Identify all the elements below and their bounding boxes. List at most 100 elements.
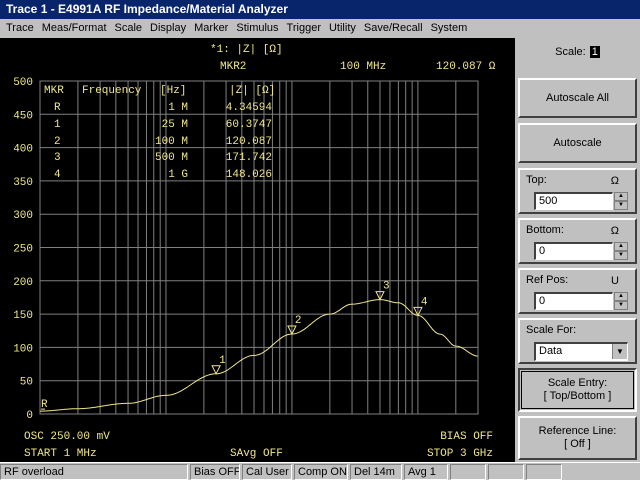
marker-row-freq: 1 G: [168, 169, 188, 181]
y-tick-labels: 0 50 100 150 200 250 300 350 400 450 500: [13, 77, 33, 422]
top-unit: Ω: [610, 175, 619, 187]
marker-row-label: 4: [54, 169, 61, 181]
marker-table-header-frequency: Frequency: [82, 85, 142, 97]
status-empty: [450, 464, 486, 480]
y-tick-label: 300: [13, 210, 33, 222]
spin-down-icon[interactable]: ▼: [614, 251, 628, 260]
y-tick-label: 350: [13, 177, 33, 189]
scale-value: 1: [589, 46, 600, 58]
y-tick-label: 200: [13, 277, 33, 289]
marker-row-value: 171.742: [226, 152, 272, 164]
scale-label: Scale:: [555, 46, 586, 58]
window-title: Trace 1 - E4991A RF Impedance/Material A…: [0, 0, 640, 19]
scale-for-label: Scale For:: [526, 324, 577, 336]
marker-row-label: 2: [54, 136, 61, 148]
marker-label: 1: [219, 355, 226, 367]
top-input[interactable]: 500: [534, 192, 613, 210]
autoscale-button[interactable]: Autoscale: [518, 123, 637, 163]
scale-indicator: Scale: 1: [518, 40, 637, 64]
scale-entry-button[interactable]: Scale Entry: [ Top/Bottom ]: [518, 368, 637, 412]
impedance-plot: 0 50 100 150 200 250 300 350 400 450 500 R 1 2 3 4 *1:…: [13, 44, 496, 460]
spin-down-icon[interactable]: ▼: [614, 201, 628, 210]
bottom-spinner[interactable]: ▲ ▼: [614, 242, 628, 260]
menu-trace[interactable]: Trace: [2, 19, 38, 38]
marker-label: 2: [295, 315, 302, 327]
ref-pos-label: Ref Pos:: [526, 274, 569, 286]
marker-row-freq: 500 M: [155, 152, 188, 164]
scale-entry-title: Scale Entry:: [547, 377, 608, 389]
ref-pos-unit: U: [611, 275, 619, 287]
bottom-input[interactable]: 0: [534, 242, 613, 260]
status-delay: Del 14m: [350, 464, 402, 480]
reference-line-value: [ Off ]: [564, 438, 591, 450]
bottom-control: Bottom: Ω 0 ▲ ▼: [518, 218, 637, 264]
marker-row-label: 1: [54, 119, 61, 131]
scale-for-control: Scale For: Data ▼: [518, 318, 637, 364]
reference-line-title: Reference Line:: [538, 425, 617, 437]
ref-pos-spinner[interactable]: ▲ ▼: [614, 292, 628, 310]
scale-for-select[interactable]: Data ▼: [534, 342, 628, 361]
menu-meas-format[interactable]: Meas/Format: [38, 19, 111, 38]
scale-for-value: Data: [539, 345, 563, 357]
scale-entry-value: [ Top/Bottom ]: [543, 390, 612, 402]
marker-triangle: [211, 365, 221, 375]
marker-row-freq: 100 M: [155, 136, 188, 148]
y-tick-label: 400: [13, 144, 33, 156]
menu-marker[interactable]: Marker: [190, 19, 232, 38]
marker-row-label: 3: [54, 152, 61, 164]
active-marker-name: MKR2: [220, 61, 246, 73]
marker-label: 4: [421, 296, 428, 308]
marker-row-value: 4.34594: [226, 102, 273, 114]
sweep-stop: STOP 3 GHz: [427, 448, 493, 460]
status-message: RF overload: [0, 464, 188, 480]
marker-table-header-unit: [Hz]: [160, 85, 186, 97]
spin-down-icon[interactable]: ▼: [614, 301, 628, 310]
ref-pos-input[interactable]: 0: [534, 292, 613, 310]
marker-row-value: 148.026: [226, 169, 272, 181]
menu-bar: Trace Meas/Format Scale Display Marker S…: [0, 19, 640, 38]
sweep-averaging: SAvg OFF: [230, 448, 283, 460]
status-avg: Avg 1: [404, 464, 448, 480]
y-tick-label: 50: [20, 377, 33, 389]
marker-row-freq: 1 M: [168, 102, 188, 114]
spin-up-icon[interactable]: ▲: [614, 292, 628, 301]
measurement-screen: 0 50 100 150 200 250 300 350 400 450 500 R 1 2 3 4 *1:…: [0, 38, 515, 462]
top-control: Top: Ω 500 ▲ ▼: [518, 168, 637, 214]
menu-utility[interactable]: Utility: [325, 19, 360, 38]
active-marker-value: 120.087 Ω: [436, 61, 496, 73]
spin-up-icon[interactable]: ▲: [614, 242, 628, 251]
top-spinner[interactable]: ▲ ▼: [614, 192, 628, 210]
bottom-unit: Ω: [610, 225, 619, 237]
y-tick-label: 0: [26, 410, 33, 422]
spin-up-icon[interactable]: ▲: [614, 192, 628, 201]
reference-line-button[interactable]: Reference Line: [ Off ]: [518, 416, 637, 460]
menu-scale[interactable]: Scale: [111, 19, 147, 38]
status-bar: RF overload Bias OFF Cal User Comp ON De…: [0, 462, 640, 480]
status-bias: Bias OFF: [190, 464, 240, 480]
softkey-panel: Scale: 1 Autoscale All Autoscale Top: Ω …: [515, 38, 640, 462]
marker-table-header-mkr: MKR: [44, 85, 64, 97]
y-tick-label: 450: [13, 110, 33, 122]
menu-system[interactable]: System: [427, 19, 472, 38]
menu-trigger[interactable]: Trigger: [283, 19, 325, 38]
marker-table-header-z: |Z| [Ω]: [229, 85, 275, 97]
top-label: Top:: [526, 174, 547, 186]
marker-row-freq: 25 M: [162, 119, 188, 131]
sweep-start: START 1 MHz: [24, 448, 97, 460]
osc-level: OSC 250.00 mV: [24, 431, 110, 443]
ref-pos-control: Ref Pos: U 0 ▲ ▼: [518, 268, 637, 314]
y-tick-label: 150: [13, 310, 33, 322]
y-tick-label: 250: [13, 244, 33, 256]
autoscale-all-button[interactable]: Autoscale All: [518, 78, 637, 118]
menu-stimulus[interactable]: Stimulus: [232, 19, 282, 38]
menu-save-recall[interactable]: Save/Recall: [360, 19, 427, 38]
marker-row-value: 60.3747: [226, 119, 272, 131]
y-tick-label: 100: [13, 343, 33, 355]
status-comp: Comp ON: [294, 464, 348, 480]
menu-display[interactable]: Display: [146, 19, 190, 38]
marker-table: MKR Frequency [Hz] |Z| [Ω] R 1 M 4.34594…: [44, 85, 275, 181]
active-marker-freq: 100 MHz: [340, 61, 386, 73]
chevron-down-icon[interactable]: ▼: [612, 344, 627, 359]
status-cal: Cal User: [242, 464, 292, 480]
y-tick-label: 500: [13, 77, 33, 89]
